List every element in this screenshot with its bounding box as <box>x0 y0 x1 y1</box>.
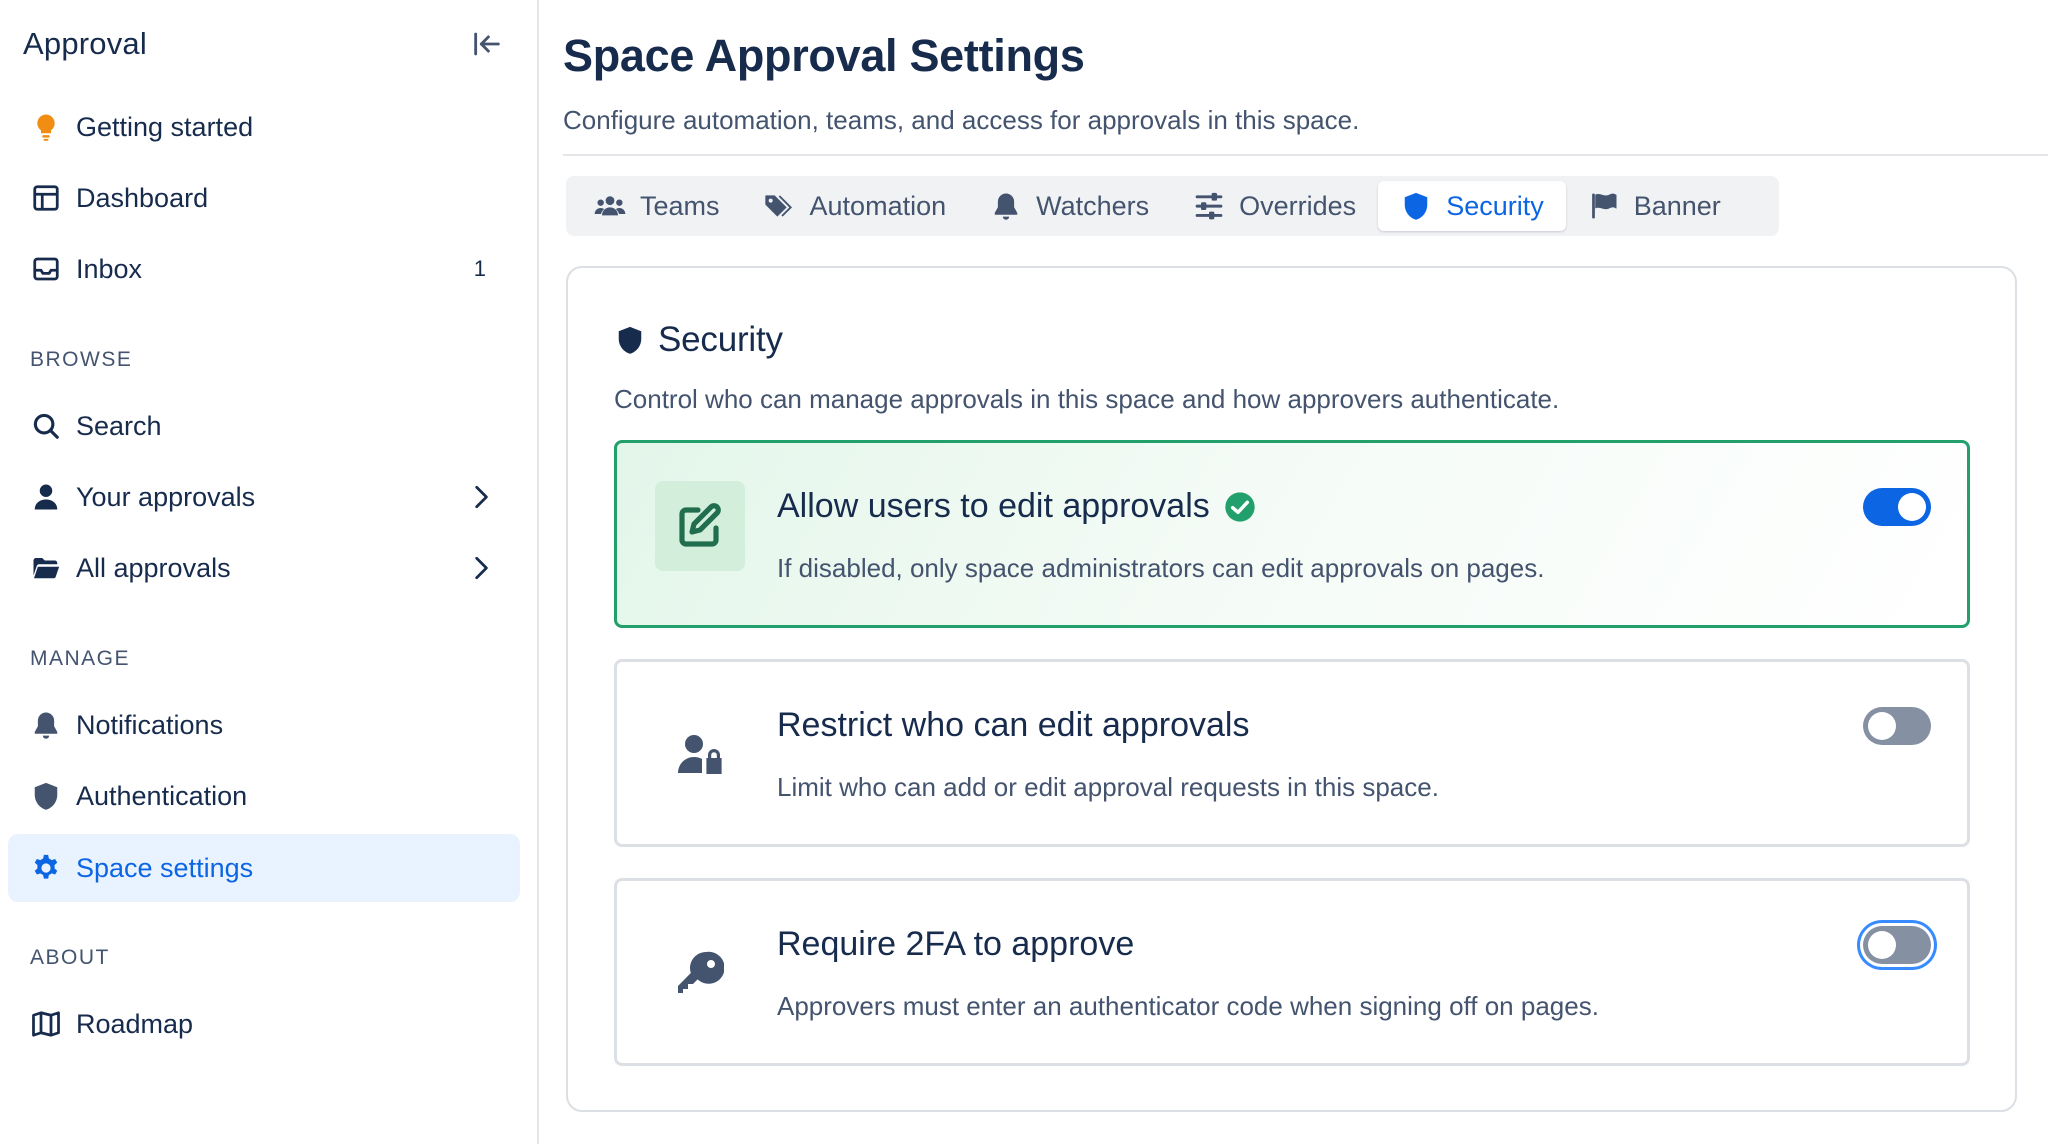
sidebar-item-label: Roadmap <box>76 1008 194 1039</box>
sidebar-item-label: Dashboard <box>76 182 209 213</box>
collapse-left-icon <box>474 32 500 56</box>
shield-icon <box>30 780 62 812</box>
bell-icon <box>30 709 62 741</box>
chevron-right-icon[interactable] <box>466 553 496 583</box>
tab-label: Security <box>1446 190 1544 221</box>
tab-watchers[interactable]: Watchers <box>968 181 1171 231</box>
flag-icon <box>1588 190 1620 222</box>
sidebar-item-dashboard[interactable]: Dashboard <box>8 164 520 232</box>
option-description: Approvers must enter an authenticator co… <box>777 991 1599 1021</box>
users-icon <box>594 190 626 222</box>
toggle-knob <box>1868 931 1896 959</box>
section-label-about: ABOUT <box>30 946 110 969</box>
option-description: Limit who can add or edit approval reque… <box>777 772 1439 802</box>
option-title-text: Allow users to edit approvals <box>777 487 1210 525</box>
sidebar-item-roadmap[interactable]: Roadmap <box>8 990 520 1058</box>
page-subtitle: Configure automation, teams, and access … <box>563 105 1360 135</box>
gear-icon <box>30 852 62 884</box>
panel-header: Security <box>614 320 783 360</box>
map-icon <box>30 1008 62 1040</box>
person-icon <box>30 481 62 513</box>
sidebar-item-getting-started[interactable]: Getting started <box>8 93 520 161</box>
sidebar: Approval Getting started Dashboard Inbox… <box>0 0 539 1144</box>
tab-label: Watchers <box>1036 190 1150 221</box>
sliders-icon <box>1193 190 1225 222</box>
option-description: If disabled, only space administrators c… <box>777 553 1545 583</box>
option-title: Require 2FA to approve <box>777 925 1134 964</box>
section-label-manage: MANAGE <box>30 647 131 670</box>
search-icon <box>30 410 62 442</box>
option-title-text: Require 2FA to approve <box>777 925 1135 963</box>
security-panel: Security Control who can manage approval… <box>566 266 2017 1112</box>
check-circle-icon <box>1224 491 1256 523</box>
inbox-icon <box>30 253 62 285</box>
option-allow-edit: Allow users to edit approvals If disable… <box>614 440 1970 628</box>
tab-automation[interactable]: Automation <box>742 181 969 231</box>
sidebar-item-notifications[interactable]: Notifications <box>8 691 520 759</box>
toggle-allow-edit[interactable] <box>1863 488 1931 526</box>
app-title: Approval <box>23 26 147 61</box>
sidebar-item-label: Authentication <box>76 780 248 811</box>
sidebar-item-space-settings[interactable]: Space settings <box>8 834 520 902</box>
shield-icon <box>614 324 646 356</box>
section-label-browse: BROWSE <box>30 348 133 371</box>
panel-description: Control who can manage approvals in this… <box>614 384 1560 414</box>
sidebar-item-search[interactable]: Search <box>8 392 520 460</box>
key-icon <box>655 929 745 1019</box>
tab-label: Overrides <box>1239 190 1357 221</box>
tab-label: Teams <box>640 190 720 221</box>
sidebar-item-label: All approvals <box>76 552 231 583</box>
shield-icon <box>1400 190 1432 222</box>
collapse-sidebar-button[interactable] <box>467 24 507 64</box>
sidebar-item-label: Getting started <box>76 111 254 142</box>
option-restrict-edit: Restrict who can edit approvals Limit wh… <box>614 659 1970 847</box>
toggle-knob <box>1898 493 1926 521</box>
tab-label: Banner <box>1633 190 1721 221</box>
sidebar-item-label: Inbox <box>76 253 143 284</box>
tab-banner[interactable]: Banner <box>1566 181 1743 231</box>
option-title: Restrict who can edit approvals <box>777 706 1249 745</box>
toggle-restrict-edit[interactable] <box>1863 707 1931 745</box>
sidebar-item-label: Space settings <box>76 852 254 883</box>
chevron-right-icon[interactable] <box>466 482 496 512</box>
lightbulb-icon <box>30 111 62 143</box>
option-title: Allow users to edit approvals <box>777 487 1256 526</box>
sidebar-item-label: Search <box>76 410 162 441</box>
sidebar-item-label: Notifications <box>76 709 224 740</box>
edit-icon <box>655 481 745 571</box>
dashboard-icon <box>30 182 62 214</box>
panel-title: Security <box>658 320 783 359</box>
divider <box>563 154 2048 156</box>
settings-tabs: Teams Automation Watchers Overrides Secu… <box>566 176 1779 236</box>
folder-open-icon <box>30 552 62 584</box>
toggle-require-2fa[interactable] <box>1863 926 1931 964</box>
toggle-knob <box>1868 712 1896 740</box>
bell-icon <box>990 190 1022 222</box>
sidebar-item-authentication[interactable]: Authentication <box>8 762 520 830</box>
tab-overrides[interactable]: Overrides <box>1171 181 1378 231</box>
sidebar-item-inbox[interactable]: Inbox 1 <box>8 235 520 303</box>
sidebar-header: Approval <box>23 24 507 64</box>
tab-teams[interactable]: Teams <box>572 181 742 231</box>
inbox-count-badge: 1 <box>473 256 486 281</box>
tab-label: Automation <box>809 190 947 221</box>
main-content: Space Approval Settings Configure automa… <box>541 0 2048 1144</box>
user-lock-icon <box>655 710 745 800</box>
page-title: Space Approval Settings <box>563 30 1085 81</box>
tab-security[interactable]: Security <box>1378 181 1566 231</box>
option-require-2fa: Require 2FA to approve Approvers must en… <box>614 878 1970 1066</box>
sidebar-item-label: Your approvals <box>76 481 256 512</box>
tags-icon <box>764 190 796 222</box>
sidebar-item-all-approvals[interactable]: All approvals <box>8 534 520 602</box>
option-title-text: Restrict who can edit approvals <box>777 706 1250 744</box>
sidebar-item-your-approvals[interactable]: Your approvals <box>8 463 520 531</box>
